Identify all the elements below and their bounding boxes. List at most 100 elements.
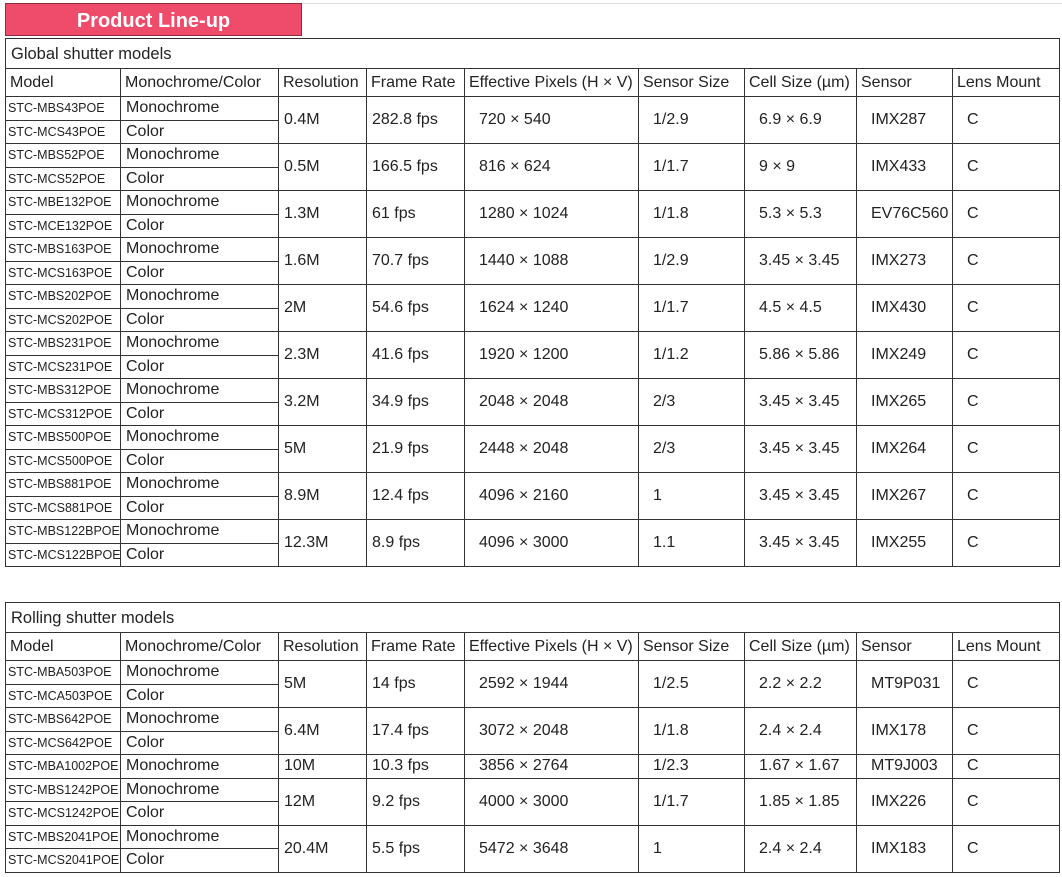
- effective-pixels: 5472 × 3648: [464, 824, 639, 873]
- column-header: Sensor Size: [638, 632, 745, 661]
- color-type: Monochrome: [120, 777, 279, 802]
- lens-mount: C: [952, 190, 1060, 238]
- column-header: Cell Size (µm): [744, 632, 857, 661]
- cell-size: 5.3 × 5.3: [744, 190, 857, 238]
- sensor-size: 1.1: [638, 519, 745, 567]
- resolution: 2M: [278, 284, 367, 332]
- color-type: Monochrome: [120, 143, 279, 168]
- sensor: EV76C560: [856, 190, 953, 238]
- header-row: Model Monochrome/Color Resolution Frame Rat…: [5, 68, 1060, 97]
- column-header: Resolution: [278, 632, 367, 661]
- column-header: Sensor: [856, 68, 953, 97]
- model-name: STC-MBS500POE: [5, 425, 121, 450]
- color-type: Color: [120, 307, 279, 332]
- column-header: Effective Pixels (H × V): [464, 68, 639, 97]
- sensor-size: 1/1.7: [638, 143, 745, 191]
- sensor: IMX226: [856, 777, 953, 826]
- resolution: 5M: [278, 425, 367, 473]
- sensor-size: 1/1.8: [638, 707, 745, 755]
- model-name: STC-MCS2041POE: [5, 848, 121, 873]
- model-name: STC-MBS2041POE: [5, 824, 121, 849]
- color-type: Monochrome: [120, 472, 279, 497]
- model-name: STC-MCS163POE: [5, 260, 121, 285]
- color-type: Color: [120, 683, 279, 708]
- color-type: Monochrome: [120, 331, 279, 356]
- sensor-size: 1: [638, 824, 745, 873]
- cell-size: 9 × 9: [744, 143, 857, 191]
- sensor-size: 1: [638, 472, 745, 520]
- resolution: 1.6M: [278, 237, 367, 285]
- model-name: STC-MBS122BPOE: [5, 519, 121, 544]
- color-type: Monochrome: [120, 378, 279, 403]
- model-name: STC-MBS1242POE: [5, 777, 121, 802]
- effective-pixels: 720 × 540: [464, 96, 639, 144]
- effective-pixels: 1280 × 1024: [464, 190, 639, 238]
- color-type: Color: [120, 495, 279, 520]
- divider: [302, 3, 1062, 4]
- cell-size: 3.45 × 3.45: [744, 237, 857, 285]
- frame-rate: 41.6 fps: [366, 331, 465, 379]
- color-type: Color: [120, 213, 279, 238]
- sensor: IMX264: [856, 425, 953, 473]
- column-header: Frame Rate: [366, 68, 465, 97]
- resolution: 12.3M: [278, 519, 367, 567]
- cell-size: 3.45 × 3.45: [744, 472, 857, 520]
- lens-mount: C: [952, 284, 1060, 332]
- model-name: STC-MCS500POE: [5, 448, 121, 473]
- cell-size: 3.45 × 3.45: [744, 519, 857, 567]
- cell-size: 1.67 × 1.67: [744, 754, 857, 779]
- color-type: Color: [120, 401, 279, 426]
- sensor: IMX178: [856, 707, 953, 755]
- column-header: Sensor Size: [638, 68, 745, 97]
- table-row: STC-MBS312POE Monochrome 3.2M 34.9 fps 2048 …: [5, 378, 1060, 426]
- sensor: IMX430: [856, 284, 953, 332]
- cell-size: 3.45 × 3.45: [744, 378, 857, 426]
- lens-mount: C: [952, 519, 1060, 567]
- model-name: STC-MCS231POE: [5, 354, 121, 379]
- table-row: STC-MBS52POE Monochrome 0.5M 166.5 fps 816 ×…: [5, 143, 1060, 191]
- cell-size: 4.5 × 4.5: [744, 284, 857, 332]
- section-title: Rolling shutter models: [4, 602, 1061, 633]
- resolution: 20.4M: [278, 824, 367, 873]
- model-name: STC-MBA503POE: [5, 660, 121, 685]
- column-header: Lens Mount: [951, 632, 1061, 661]
- effective-pixels: 2048 × 2048: [464, 378, 639, 426]
- sensor-size: 1/1.7: [638, 777, 745, 826]
- resolution: 1.3M: [278, 190, 367, 238]
- model-name: STC-MCS122BPOE: [5, 542, 121, 567]
- model-name: STC-MCS642POE: [5, 730, 121, 755]
- model-name: STC-MBA1002POE: [5, 754, 121, 779]
- sensor: MT9P031: [856, 660, 953, 708]
- column-header: Resolution: [278, 68, 367, 97]
- model-name: STC-MBS881POE: [5, 472, 121, 497]
- model-name: STC-MCS202POE: [5, 307, 121, 332]
- color-type: Monochrome: [120, 660, 279, 685]
- sensor: IMX265: [856, 378, 953, 426]
- frame-rate: 70.7 fps: [366, 237, 465, 285]
- model-name: STC-MCS43POE: [5, 119, 121, 144]
- model-name: STC-MCE132POE: [5, 213, 121, 238]
- lens-mount: C: [951, 777, 1061, 826]
- resolution: 8.9M: [278, 472, 367, 520]
- section-title-row: Rolling shutter models: [4, 602, 1061, 633]
- frame-rate: 282.8 fps: [366, 96, 465, 144]
- table-row: STC-MBS2041POE Monochrome 20.4M 5.5 fps 5472…: [5, 824, 1061, 873]
- sensor: MT9J003: [856, 754, 953, 779]
- frame-rate: 8.9 fps: [366, 519, 465, 567]
- effective-pixels: 1624 × 1240: [464, 284, 639, 332]
- color-type: Color: [120, 166, 279, 191]
- color-type: Color: [120, 448, 279, 473]
- effective-pixels: 3072 × 2048: [464, 707, 639, 755]
- frame-rate: 12.4 fps: [366, 472, 465, 520]
- table-row: STC-MBS122BPOE Monochrome 12.3M 8.9 fps 4096…: [5, 519, 1060, 567]
- lens-mount: C: [952, 378, 1060, 426]
- rolling-shutter-table: Rolling shutter models Model Monochrome/Co…: [4, 602, 1061, 873]
- table-row: STC-MBS500POE Monochrome 5M 21.9 fps 2448 × …: [5, 425, 1060, 473]
- column-header: Lens Mount: [952, 68, 1060, 97]
- model-name: STC-MCS1242POE: [5, 801, 121, 826]
- lens-mount: C: [952, 331, 1060, 379]
- color-type: Color: [120, 260, 279, 285]
- model-name: STC-MCS52POE: [5, 166, 121, 191]
- color-type: Monochrome: [120, 754, 279, 779]
- color-type: Monochrome: [120, 284, 279, 309]
